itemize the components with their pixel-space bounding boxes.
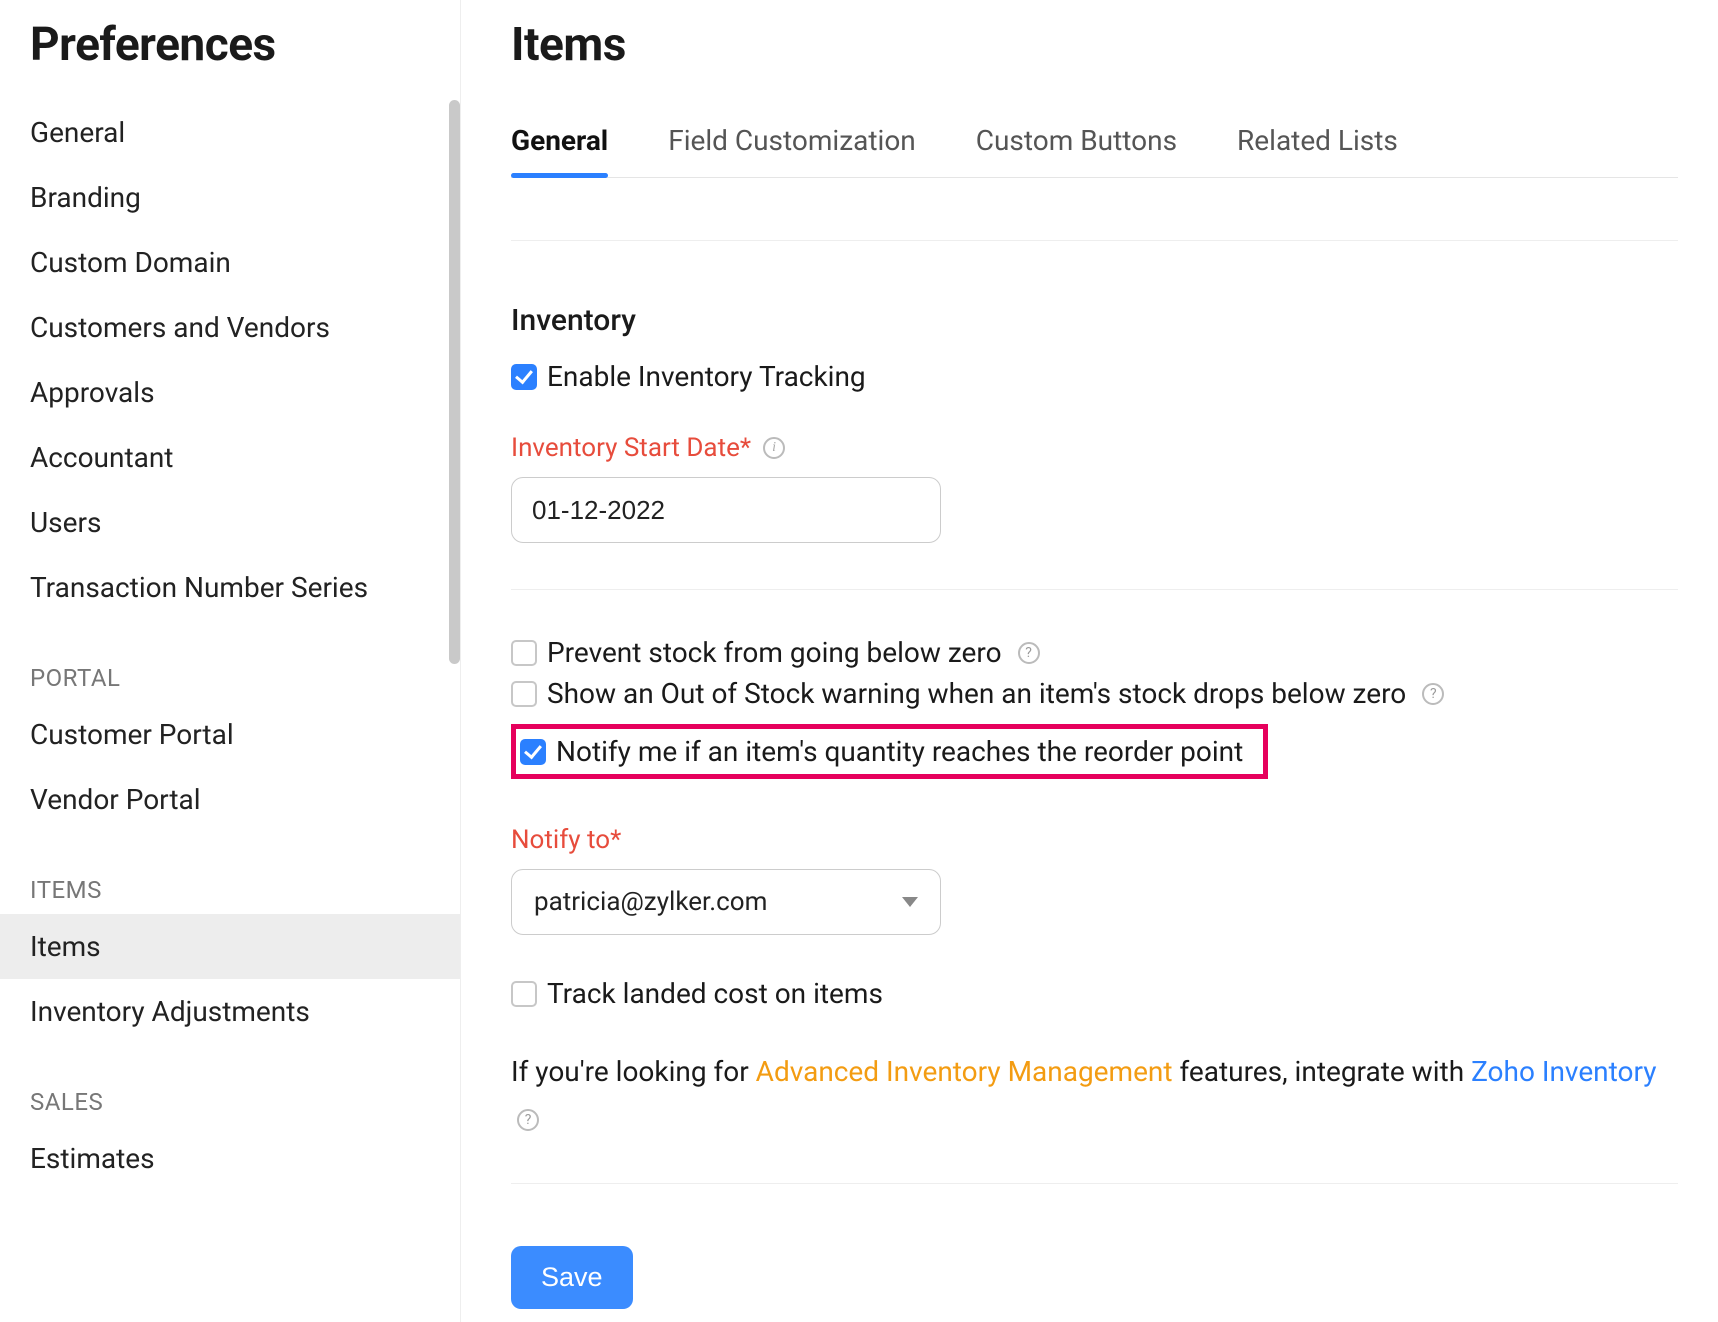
sidebar-item-transaction-number-series[interactable]: Transaction Number Series — [0, 555, 460, 620]
landed-cost-checkbox[interactable] — [511, 981, 537, 1007]
tab-general[interactable]: General — [511, 124, 608, 177]
notify-reorder-checkbox[interactable] — [520, 739, 546, 765]
sidebar-item-vendor-portal[interactable]: Vendor Portal — [0, 767, 460, 832]
notify-reorder-label: Notify me if an item's quantity reaches … — [556, 735, 1243, 768]
tab-related-lists[interactable]: Related Lists — [1237, 124, 1398, 177]
sidebar-item-items[interactable]: Items — [0, 914, 460, 979]
sidebar-item-accountant[interactable]: Accountant — [0, 425, 460, 490]
help-icon[interactable]: ? — [1422, 683, 1444, 705]
advanced-inventory-link[interactable]: Advanced Inventory Management — [756, 1055, 1173, 1088]
notify-to-label: Notify to* — [511, 825, 621, 855]
sidebar-item-users[interactable]: Users — [0, 490, 460, 555]
notify-to-select[interactable]: patricia@zylker.com — [511, 869, 941, 935]
oos-warning-label: Show an Out of Stock warning when an ite… — [547, 677, 1406, 710]
notify-reorder-highlight: Notify me if an item's quantity reaches … — [511, 724, 1268, 779]
prevent-negative-label: Prevent stock from going below zero — [547, 636, 1002, 669]
preferences-sidebar: Preferences General Branding Custom Doma… — [0, 0, 460, 1322]
tab-field-customization[interactable]: Field Customization — [668, 124, 916, 177]
landed-cost-label: Track landed cost on items — [547, 977, 883, 1010]
notify-to-value: patricia@zylker.com — [534, 887, 767, 917]
enable-inventory-label: Enable Inventory Tracking — [547, 360, 866, 393]
info-icon[interactable]: i — [763, 437, 785, 459]
inventory-start-date-input[interactable] — [511, 477, 941, 543]
tab-custom-buttons[interactable]: Custom Buttons — [976, 124, 1177, 177]
save-button[interactable]: Save — [511, 1246, 633, 1309]
prevent-negative-checkbox[interactable] — [511, 640, 537, 666]
zoho-inventory-link[interactable]: Zoho Inventory — [1471, 1055, 1656, 1088]
sidebar-title: Preferences — [0, 18, 460, 100]
chevron-down-icon — [902, 897, 918, 907]
sidebar-item-branding[interactable]: Branding — [0, 165, 460, 230]
sidebar-item-general[interactable]: General — [0, 100, 460, 165]
main-content: Items General Field Customization Custom… — [460, 0, 1718, 1322]
sidebar-scrollbar[interactable] — [449, 100, 460, 664]
enable-inventory-checkbox[interactable] — [511, 364, 537, 390]
sidebar-item-approvals[interactable]: Approvals — [0, 360, 460, 425]
help-icon[interactable]: ? — [517, 1109, 539, 1131]
sidebar-item-estimates[interactable]: Estimates — [0, 1126, 460, 1191]
inventory-start-date-label: Inventory Start Date* — [511, 433, 751, 463]
sidebar-item-customer-portal[interactable]: Customer Portal — [0, 702, 460, 767]
tab-bar: General Field Customization Custom Butto… — [511, 124, 1678, 178]
help-icon[interactable]: ? — [1018, 642, 1040, 664]
sidebar-heading-sales: SALES — [0, 1044, 460, 1126]
inventory-heading: Inventory — [511, 303, 1678, 338]
oos-warning-checkbox[interactable] — [511, 681, 537, 707]
sidebar-item-custom-domain[interactable]: Custom Domain — [0, 230, 460, 295]
inventory-hint: If you're looking for Advanced Inventory… — [511, 1050, 1678, 1137]
sidebar-heading-portal: PORTAL — [0, 620, 460, 702]
sidebar-item-inventory-adjustments[interactable]: Inventory Adjustments — [0, 979, 460, 1044]
sidebar-item-customers-vendors[interactable]: Customers and Vendors — [0, 295, 460, 360]
sidebar-heading-items: ITEMS — [0, 832, 460, 914]
page-title: Items — [511, 18, 1678, 72]
